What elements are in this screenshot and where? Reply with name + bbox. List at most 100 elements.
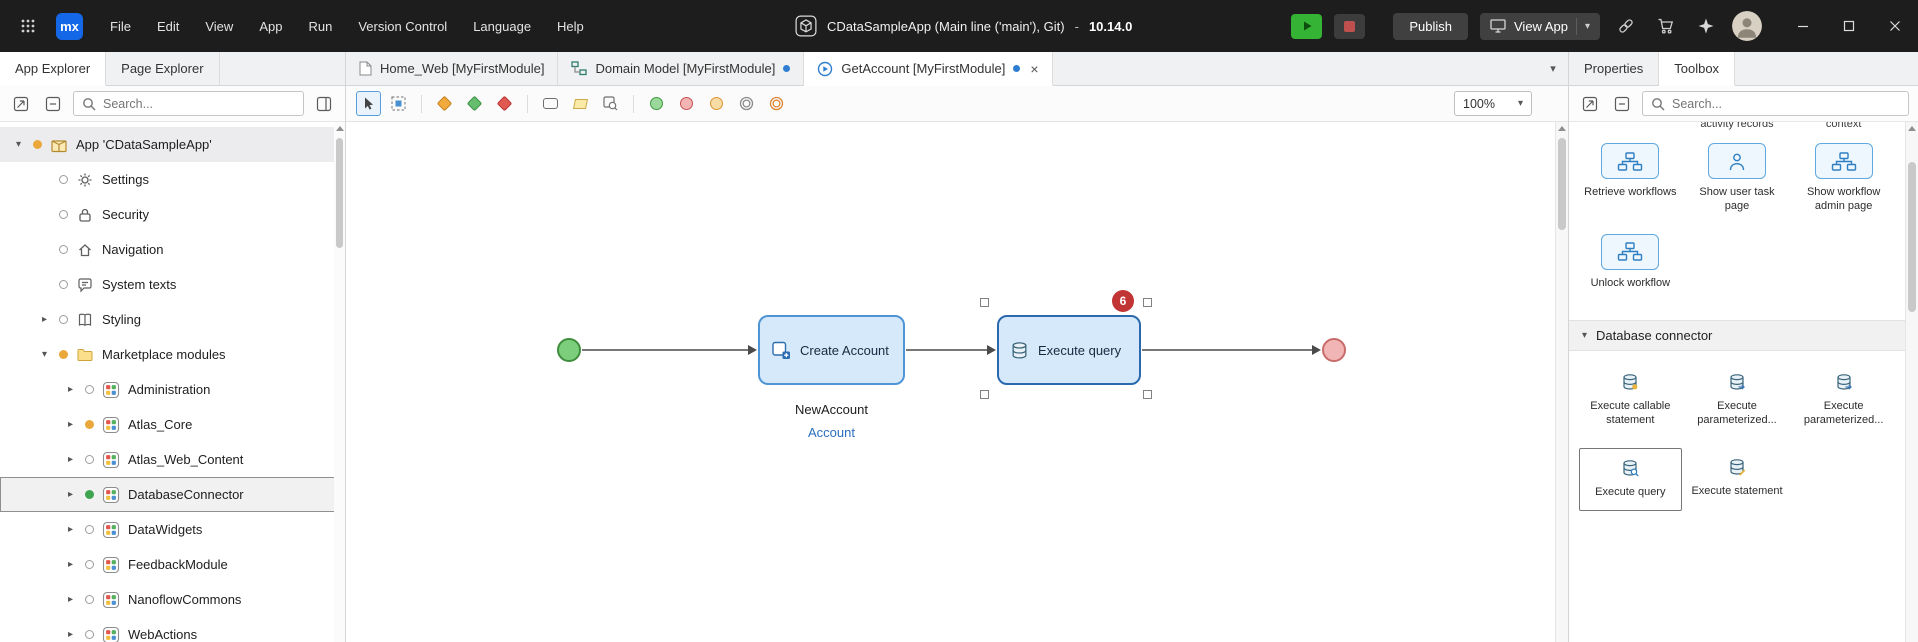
tree-item-app[interactable]: ▾ App 'CDataSampleApp'	[0, 127, 345, 162]
toolbox-item-execute-parameterized-2[interactable]: Execute parameterized...	[1792, 363, 1895, 438]
locate-document-button[interactable]	[9, 92, 33, 116]
end-event[interactable]	[1322, 338, 1346, 362]
break-event-button[interactable]	[734, 91, 759, 116]
close-button[interactable]	[1872, 0, 1918, 52]
tab-toolbox[interactable]: Toolbox	[1659, 52, 1735, 86]
tree-item-atlas-web-content[interactable]: ▸ Atlas_Web_Content	[0, 442, 345, 477]
menu-help[interactable]: Help	[544, 0, 597, 52]
toolbox-item-execute-statement[interactable]: Execute statement	[1686, 448, 1789, 511]
merge-button[interactable]	[462, 91, 487, 116]
toolbox-search-input[interactable]	[1672, 97, 1900, 111]
scroll-up-icon[interactable]	[1908, 126, 1916, 131]
menu-version-control[interactable]: Version Control	[345, 0, 460, 52]
toolbox-item-retrieve-workflows[interactable]: Retrieve workflows	[1579, 143, 1682, 214]
tab-app-explorer[interactable]: App Explorer	[0, 52, 106, 86]
annotation-button[interactable]	[568, 91, 593, 116]
tree-item-settings[interactable]: Settings	[0, 162, 345, 197]
maximize-button[interactable]	[1826, 0, 1872, 52]
publish-button[interactable]: Publish	[1393, 13, 1468, 40]
menu-view[interactable]: View	[192, 0, 246, 52]
error-event-button[interactable]	[764, 91, 789, 116]
menu-file[interactable]: File	[97, 0, 144, 52]
entity-link[interactable]: Account	[758, 425, 905, 440]
decision-button[interactable]	[432, 91, 457, 116]
tree-item-administration[interactable]: ▸ Administration	[0, 372, 345, 407]
toolbox-item-show-workflow-admin-page[interactable]: Show workflow admin page	[1792, 143, 1895, 214]
tree-item-feedbackmodule[interactable]: ▸ FeedbackModule	[0, 547, 345, 582]
tree-item-webactions[interactable]: ▸ WebActions	[0, 617, 345, 642]
tree-item-nanoflowcommons[interactable]: ▸ NanoflowCommons	[0, 582, 345, 617]
chevron-right-icon[interactable]: ▸	[38, 314, 51, 325]
tree-item-styling[interactable]: ▸ Styling	[0, 302, 345, 337]
canvas-scrollbar[interactable]	[1555, 122, 1568, 642]
continue-event-button[interactable]	[704, 91, 729, 116]
loop-button[interactable]	[538, 91, 563, 116]
run-button[interactable]	[1291, 14, 1322, 39]
close-tab-icon[interactable]: ×	[1030, 61, 1038, 77]
chevron-right-icon[interactable]: ▸	[64, 594, 77, 605]
tree-item-datawidgets[interactable]: ▸ DataWidgets	[0, 512, 345, 547]
minimize-button[interactable]	[1780, 0, 1826, 52]
toolbox-item-execute-parameterized-1[interactable]: Execute parameterized...	[1686, 363, 1789, 438]
view-app-button[interactable]: View App ▾	[1480, 13, 1600, 40]
explorer-search-input[interactable]	[103, 97, 295, 111]
tree-scrollbar[interactable]	[334, 122, 345, 642]
tree-item-marketplace-modules[interactable]: ▾ Marketplace modules	[0, 337, 345, 372]
selection-handle[interactable]	[980, 298, 989, 307]
error-handler-button[interactable]	[492, 91, 517, 116]
tree-item-system-texts[interactable]: System texts	[0, 267, 345, 302]
chevron-right-icon[interactable]: ▸	[64, 454, 77, 465]
scrollbar-thumb[interactable]	[336, 138, 343, 248]
toolbox-scrollbar[interactable]	[1905, 122, 1918, 642]
inspect-button[interactable]	[598, 91, 623, 116]
chevron-right-icon[interactable]: ▸	[64, 489, 77, 500]
zoom-select[interactable]: 100% ▾	[1454, 91, 1532, 116]
toolbox-search[interactable]	[1642, 91, 1909, 116]
tree-item-atlas-core[interactable]: ▸ Atlas_Core	[0, 407, 345, 442]
scrollbar-thumb[interactable]	[1558, 138, 1566, 230]
chevron-right-icon[interactable]: ▸	[64, 559, 77, 570]
user-avatar[interactable]	[1732, 11, 1762, 41]
collapse-all-button[interactable]	[1610, 92, 1634, 116]
chevron-right-icon[interactable]: ▸	[64, 419, 77, 430]
explorer-search[interactable]	[73, 91, 304, 116]
chevron-down-icon[interactable]: ▾	[1585, 21, 1590, 32]
create-account-activity[interactable]: Create Account	[758, 315, 905, 385]
tab-list-button[interactable]: ▾	[1538, 52, 1568, 85]
stop-button[interactable]	[1334, 14, 1365, 39]
selection-handle[interactable]	[980, 390, 989, 399]
select-tool-button[interactable]	[356, 91, 381, 116]
scrollbar-thumb[interactable]	[1908, 162, 1916, 312]
error-count-badge[interactable]: 6	[1112, 290, 1134, 312]
menu-run[interactable]: Run	[295, 0, 345, 52]
execute-query-activity[interactable]: Execute query	[997, 315, 1141, 385]
menu-language[interactable]: Language	[460, 0, 544, 52]
chevron-right-icon[interactable]: ▸	[64, 524, 77, 535]
tree-item-database-connector[interactable]: ▸ DatabaseConnector	[0, 477, 345, 512]
section-database-connector[interactable]: ▾ Database connector	[1569, 320, 1905, 351]
menu-app[interactable]: App	[246, 0, 295, 52]
panel-options-button[interactable]	[312, 92, 336, 116]
chevron-right-icon[interactable]: ▸	[64, 629, 77, 640]
end-event-button[interactable]	[674, 91, 699, 116]
chevron-down-icon[interactable]: ▾	[38, 349, 51, 360]
start-event[interactable]	[557, 338, 581, 362]
chevron-right-icon[interactable]: ▸	[64, 384, 77, 395]
tree-item-security[interactable]: Security	[0, 197, 345, 232]
marquee-tool-button[interactable]	[386, 91, 411, 116]
tab-properties[interactable]: Properties	[1569, 52, 1659, 85]
tab-page-explorer[interactable]: Page Explorer	[106, 52, 219, 85]
ai-assist-button[interactable]	[1692, 12, 1720, 40]
scroll-up-icon[interactable]	[1558, 126, 1566, 131]
start-event-button[interactable]	[644, 91, 669, 116]
menu-edit[interactable]: Edit	[144, 0, 192, 52]
microflow-canvas[interactable]: Create Account NewAccount Account Execut…	[346, 122, 1568, 642]
chevron-down-icon[interactable]: ▾	[12, 139, 25, 150]
collapse-all-button[interactable]	[41, 92, 65, 116]
tab-getaccount[interactable]: GetAccount [MyFirstModule] ×	[804, 52, 1052, 86]
selection-handle[interactable]	[1143, 390, 1152, 399]
toolbox-item-unlock-workflow[interactable]: Unlock workflow	[1579, 234, 1682, 291]
link-button[interactable]	[1612, 12, 1640, 40]
scroll-up-icon[interactable]	[336, 126, 344, 131]
marketplace-button[interactable]	[1652, 12, 1680, 40]
